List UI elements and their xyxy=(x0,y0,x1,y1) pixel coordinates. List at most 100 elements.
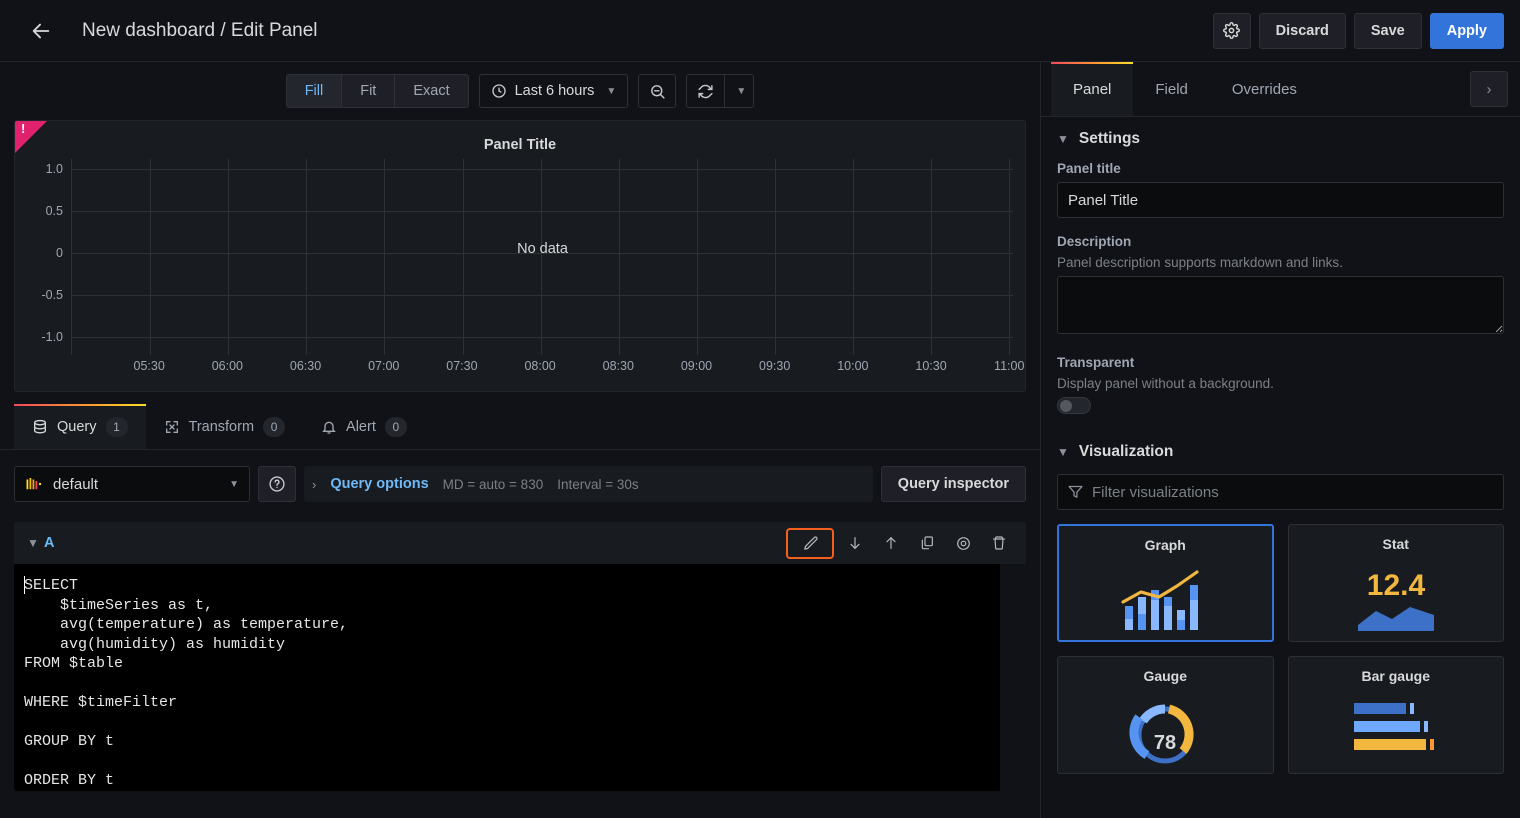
viz-card-graph-label: Graph xyxy=(1145,537,1186,553)
arrow-left-icon xyxy=(30,20,52,42)
bargauge-thumb xyxy=(1348,688,1444,773)
tab-query-count: 1 xyxy=(106,417,128,437)
settings-section-title: Settings xyxy=(1079,130,1140,148)
tab-overrides[interactable]: Overrides xyxy=(1210,62,1319,116)
stat-thumb-icon: 12.4 xyxy=(1348,563,1444,635)
x-tick: 06:00 xyxy=(212,359,243,373)
datasource-name: default xyxy=(53,476,98,493)
panel-title: Panel Title xyxy=(15,121,1025,159)
sql-code-editor[interactable]: SELECT $timeSeries as t, avg(temperature… xyxy=(14,564,1026,791)
panel-title-label: Panel title xyxy=(1057,161,1504,176)
x-tick: 05:30 xyxy=(134,359,165,373)
options-scroll-area[interactable]: ▼ Settings Panel title Description Panel… xyxy=(1041,117,1520,818)
x-tick: 09:00 xyxy=(681,359,712,373)
query-toggle-visibility-button[interactable] xyxy=(948,529,978,557)
left-column: Fill Fit Exact Last 6 hours ▼ xyxy=(0,62,1040,818)
query-collapse-toggle[interactable]: ▼ xyxy=(22,536,44,550)
panel-title-input[interactable] xyxy=(1057,182,1504,218)
graph-panel: ! Panel Title 1.0 0.5 0 -0.5 -1.0 xyxy=(14,120,1026,392)
datasource-help-button[interactable] xyxy=(258,466,296,502)
panel-error-icon: ! xyxy=(21,122,25,136)
query-options-bar[interactable]: › Query options MD = auto = 830 Interval… xyxy=(304,466,873,502)
breadcrumb: New dashboard / Edit Panel xyxy=(82,20,318,42)
panel-error-corner[interactable] xyxy=(15,121,47,153)
time-range-picker[interactable]: Last 6 hours ▼ xyxy=(479,74,629,108)
x-tick: 10:00 xyxy=(837,359,868,373)
bell-icon xyxy=(321,419,337,435)
transparent-toggle[interactable] xyxy=(1057,397,1091,414)
mode-fill-button[interactable]: Fill xyxy=(286,74,342,108)
transparent-field-block: Transparent Display panel without a back… xyxy=(1057,355,1504,414)
tab-alert[interactable]: Alert 0 xyxy=(303,404,425,449)
refresh-button[interactable] xyxy=(686,74,724,108)
graph-thumb xyxy=(1119,557,1211,640)
description-textarea[interactable] xyxy=(1057,276,1504,334)
no-data-message: No data xyxy=(72,241,1013,257)
collapse-options-pane-button[interactable]: › xyxy=(1470,71,1508,107)
panel-settings-button[interactable] xyxy=(1213,13,1251,49)
query-move-up-button[interactable] xyxy=(876,529,906,557)
refresh-interval-dropdown[interactable]: ▼ xyxy=(724,74,754,108)
refresh-icon xyxy=(697,83,714,100)
tab-transform[interactable]: Transform 0 xyxy=(146,404,304,449)
chevron-down-icon: ▼ xyxy=(229,479,239,490)
tab-panel[interactable]: Panel xyxy=(1051,62,1133,116)
help-circle-icon xyxy=(268,475,286,493)
bottom-tabbar: Query 1 Transform 0 xyxy=(0,404,1040,450)
visualization-section-header[interactable]: ▼ Visualization xyxy=(1057,430,1504,474)
x-tick: 10:30 xyxy=(915,359,946,373)
toggle-visibility-eye-icon xyxy=(955,535,972,552)
apply-button[interactable]: Apply xyxy=(1430,13,1504,49)
gauge-thumb-value: 78 xyxy=(1154,732,1176,754)
query-tab-body: default ▼ › Query options xyxy=(0,450,1040,818)
viz-card-graph[interactable]: Graph xyxy=(1057,524,1274,642)
tab-query[interactable]: Query 1 xyxy=(14,404,146,449)
query-options-label[interactable]: Query options xyxy=(330,476,428,492)
chevron-right-icon: › xyxy=(312,477,316,492)
transparent-label: Transparent xyxy=(1057,355,1504,370)
mode-exact-button[interactable]: Exact xyxy=(394,74,468,108)
y-tick: 0 xyxy=(56,246,63,260)
discard-button[interactable]: Discard xyxy=(1259,13,1346,49)
tab-field[interactable]: Field xyxy=(1133,62,1210,116)
y-tick: -1.0 xyxy=(41,330,63,344)
settings-section-header[interactable]: ▼ Settings xyxy=(1057,117,1504,161)
clock-icon xyxy=(491,83,507,99)
mode-fit-button[interactable]: Fit xyxy=(341,74,394,108)
transform-icon xyxy=(164,419,180,435)
datasource-picker[interactable]: default ▼ xyxy=(14,466,250,502)
delete-trash-icon xyxy=(991,535,1007,551)
chevron-right-icon: › xyxy=(1487,81,1492,98)
refresh-group: ▼ xyxy=(686,74,754,108)
tab-alert-label: Alert xyxy=(346,419,376,435)
filter-visualizations-input[interactable] xyxy=(1057,474,1504,510)
top-actions: Discard Save Apply xyxy=(1213,13,1504,49)
body-split: Fill Fit Exact Last 6 hours ▼ xyxy=(0,62,1520,818)
description-label: Description xyxy=(1057,234,1504,249)
transparent-help-text: Display panel without a background. xyxy=(1057,376,1504,391)
panel-title-field-block: Panel title xyxy=(1057,161,1504,218)
x-tick: 08:30 xyxy=(603,359,634,373)
query-inspector-button[interactable]: Query inspector xyxy=(881,466,1026,502)
save-button[interactable]: Save xyxy=(1354,13,1422,49)
chevron-down-icon: ▼ xyxy=(606,86,616,97)
viz-card-stat-label: Stat xyxy=(1383,536,1409,552)
tab-query-label: Query xyxy=(57,419,97,435)
viz-card-gauge[interactable]: Gauge 78 xyxy=(1057,656,1274,774)
query-duplicate-button[interactable] xyxy=(912,529,942,557)
query-move-down-button[interactable] xyxy=(840,529,870,557)
query-edit-button[interactable] xyxy=(786,528,834,559)
back-button[interactable] xyxy=(24,14,58,48)
query-ref-id: A xyxy=(44,535,54,551)
query-delete-button[interactable] xyxy=(984,529,1014,557)
zoom-out-button[interactable] xyxy=(638,74,676,108)
viz-card-stat[interactable]: Stat 12.4 xyxy=(1288,524,1505,642)
x-tick: 07:30 xyxy=(446,359,477,373)
filter-visualizations-wrap xyxy=(1057,474,1504,510)
y-tick: 0.5 xyxy=(46,204,63,218)
options-tabbar: Panel Field Overrides › xyxy=(1041,62,1520,117)
viz-card-bargauge[interactable]: Bar gauge xyxy=(1288,656,1505,774)
visualization-toolbar: Fill Fit Exact Last 6 hours ▼ xyxy=(0,62,1040,120)
text-cursor xyxy=(24,576,25,594)
max-data-points-text: MD = auto = 830 xyxy=(443,477,544,492)
